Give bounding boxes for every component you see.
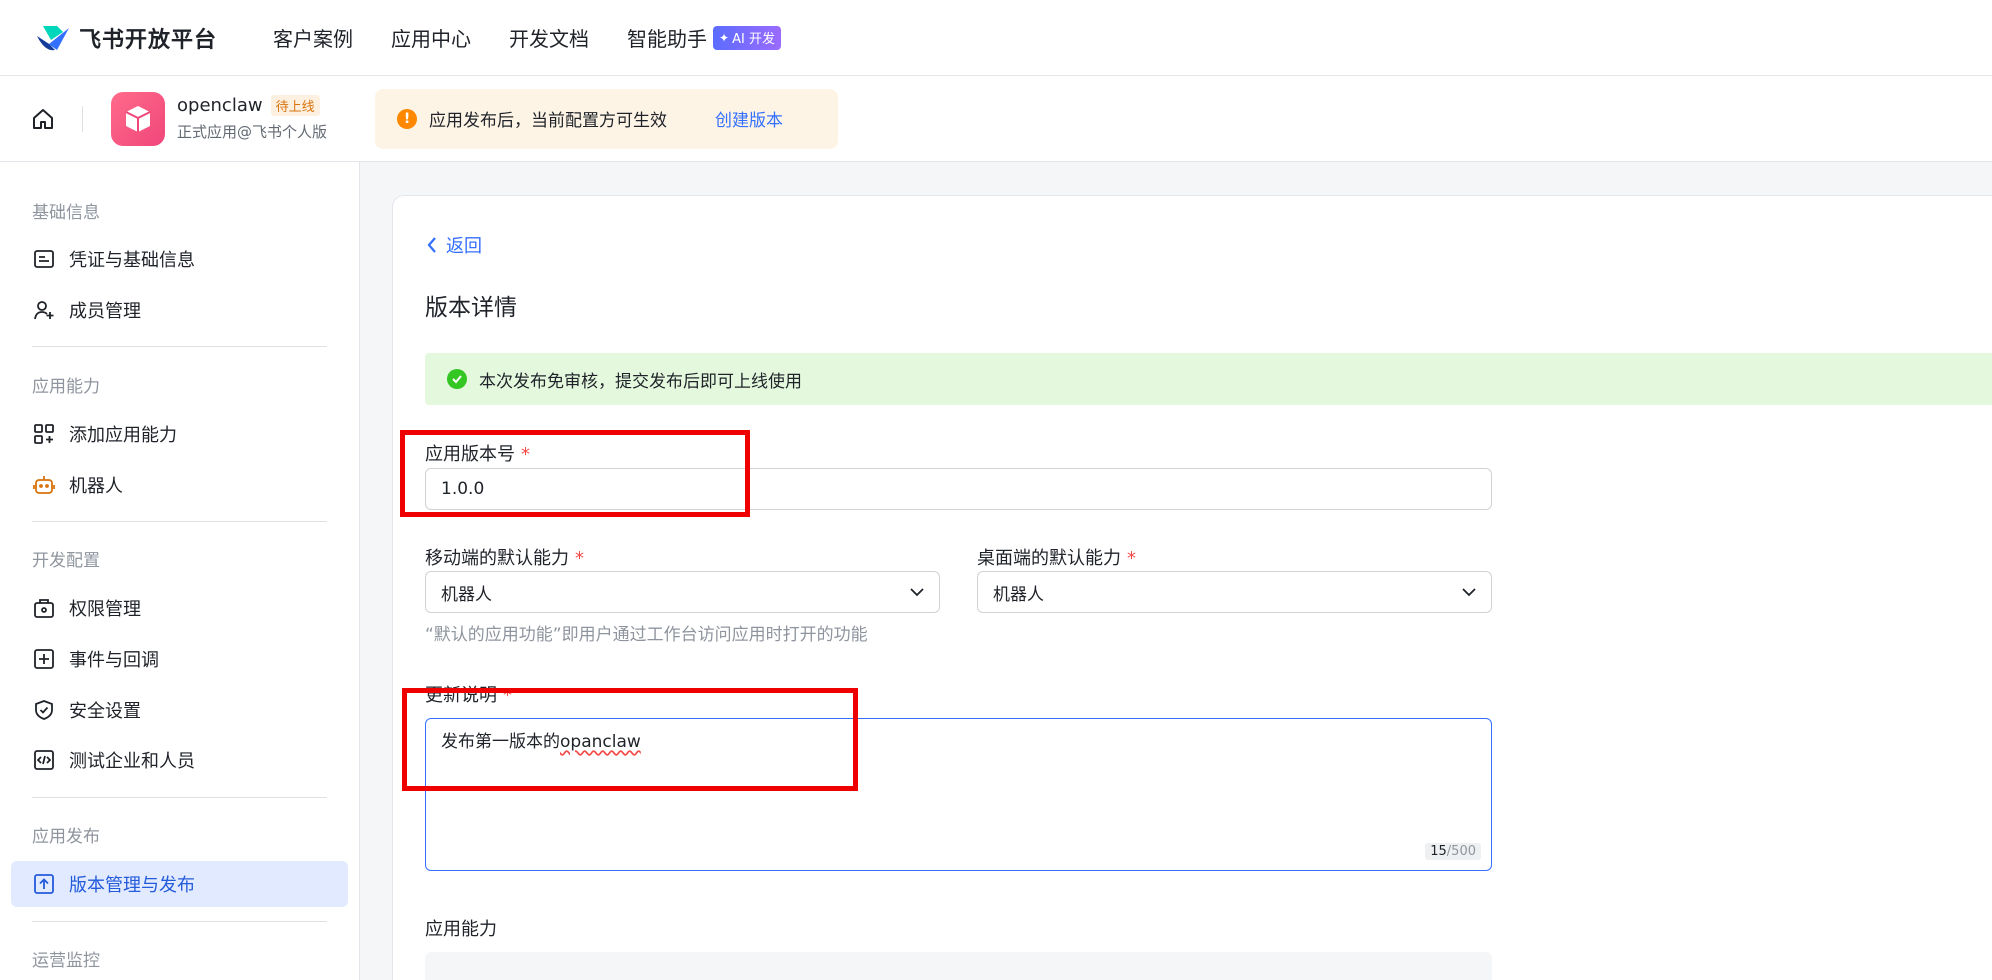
- desktop-default-select[interactable]: 机器人: [977, 571, 1492, 613]
- default-capability-hint: “默认的应用功能”即用户通过工作台访问应用时打开的功能: [425, 625, 868, 645]
- sidebar-item-permissions[interactable]: 权限管理: [11, 585, 348, 631]
- nav-dev-docs[interactable]: 开发文档: [509, 23, 589, 52]
- desktop-label-text: 桌面端的默认能力: [977, 548, 1121, 569]
- brand[interactable]: 飞书开放平台: [35, 22, 217, 54]
- divider: [32, 921, 327, 922]
- shield-check-icon: [33, 699, 55, 721]
- ai-dev-badge[interactable]: ✦ AI 开发: [713, 25, 781, 50]
- status-badge: 待上线: [270, 95, 320, 116]
- divider: [32, 346, 327, 347]
- chevron-down-icon: [1462, 588, 1476, 597]
- annotation-box-version: [400, 430, 750, 517]
- section-title-basic-info: 基础信息: [32, 203, 100, 223]
- required-mark: *: [1127, 548, 1136, 569]
- mobile-label-text: 移动端的默认能力: [425, 548, 569, 569]
- required-mark: *: [575, 548, 584, 569]
- home-icon: [33, 108, 53, 129]
- divider: [32, 797, 327, 798]
- add-user-icon: [33, 299, 55, 321]
- sidebar-item-label: 测试企业和人员: [69, 751, 195, 772]
- grid-add-icon: [33, 423, 55, 445]
- section-title-monitoring: 运营监控: [32, 951, 100, 971]
- annotation-box-notes: [402, 688, 858, 791]
- id-card-icon: [33, 248, 55, 270]
- success-text: 本次发布免审核，提交发布后即可上线使用: [479, 371, 802, 392]
- nav-customer-cases[interactable]: 客户案例: [273, 23, 353, 52]
- char-counter: 15/500: [1425, 843, 1481, 860]
- sidebar-item-version-publish[interactable]: 版本管理与发布: [11, 861, 348, 907]
- sidebar-item-test-tenants[interactable]: 测试企业和人员: [11, 737, 348, 783]
- cube-icon: [125, 105, 151, 132]
- section-title-app-capabilities: 应用能力: [32, 377, 100, 397]
- sidebar-item-label: 添加应用能力: [69, 425, 177, 446]
- sidebar-item-security[interactable]: 安全设置: [11, 687, 348, 733]
- sidebar-item-members[interactable]: 成员管理: [11, 287, 348, 333]
- sidebar-item-events[interactable]: 事件与回调: [11, 636, 348, 682]
- success-banner: 本次发布免审核，提交发布后即可上线使用: [425, 353, 1992, 405]
- back-link[interactable]: 返回: [426, 232, 482, 258]
- publish-notice: ! 应用发布后，当前配置方可生效 创建版本: [375, 88, 839, 149]
- nav-app-center[interactable]: 应用中心: [391, 23, 471, 52]
- sidebar-item-bot[interactable]: 机器人: [11, 462, 348, 508]
- capabilities-box: [425, 952, 1492, 980]
- sidebar-item-label: 凭证与基础信息: [69, 250, 195, 271]
- app-header: openclaw 待上线 正式应用@飞书个人版 ! 应用发布后，当前配置方可生效…: [0, 76, 1992, 162]
- app-name: openclaw: [177, 95, 263, 116]
- desktop-default-label: 桌面端的默认能力 *: [977, 544, 1136, 570]
- ai-badge-label: AI 开发: [732, 32, 775, 47]
- app-icon: [111, 91, 165, 146]
- create-version-link[interactable]: 创建版本: [715, 106, 783, 131]
- warning-icon: !: [397, 108, 418, 129]
- sidebar-item-label: 事件与回调: [69, 650, 159, 671]
- sidebar-item-add-capability[interactable]: 添加应用能力: [11, 411, 348, 457]
- mobile-default-value: 机器人: [441, 584, 492, 605]
- sidebar: [0, 162, 360, 980]
- divider: [32, 521, 327, 522]
- briefcase-lock-icon: [33, 597, 55, 619]
- robot-icon: [33, 474, 55, 496]
- sidebar-item-label: 机器人: [69, 476, 123, 497]
- chevron-down-icon: [910, 588, 924, 597]
- desktop-default-value: 机器人: [993, 584, 1044, 605]
- sidebar-item-label: 安全设置: [69, 701, 141, 722]
- top-navigation: 飞书开放平台 客户案例 应用中心 开发文档 智能助手 ✦ AI 开发: [0, 0, 1992, 76]
- upload-icon: [33, 873, 55, 895]
- code-box-icon: [33, 749, 55, 771]
- sidebar-item-label: 成员管理: [69, 301, 141, 322]
- check-circle-icon: [447, 369, 467, 389]
- capabilities-label: 应用能力: [425, 919, 497, 940]
- event-plus-icon: [33, 648, 55, 670]
- sparkle-icon: ✦: [719, 30, 730, 45]
- back-label: 返回: [446, 236, 482, 257]
- sidebar-item-credentials[interactable]: 凭证与基础信息: [11, 236, 348, 282]
- page-title: 版本详情: [425, 295, 517, 321]
- counter-current: 15: [1430, 844, 1447, 859]
- section-title-dev-config: 开发配置: [32, 551, 100, 571]
- chevron-left-icon: [427, 237, 436, 253]
- sidebar-item-label: 版本管理与发布: [69, 875, 195, 896]
- section-title-publish: 应用发布: [32, 827, 100, 847]
- brand-name: 飞书开放平台: [79, 27, 218, 53]
- mobile-default-label: 移动端的默认能力 *: [425, 544, 584, 570]
- nav-smart-assistant[interactable]: 智能助手: [627, 23, 707, 52]
- feishu-logo-icon: [37, 25, 69, 50]
- notice-text: 应用发布后，当前配置方可生效: [429, 111, 668, 131]
- sidebar-item-label: 权限管理: [69, 599, 141, 620]
- mobile-default-select[interactable]: 机器人: [425, 571, 940, 613]
- divider: [82, 105, 83, 132]
- home-button[interactable]: [28, 104, 58, 134]
- counter-max: /500: [1446, 844, 1476, 859]
- app-subtitle: 正式应用@飞书个人版: [177, 123, 328, 141]
